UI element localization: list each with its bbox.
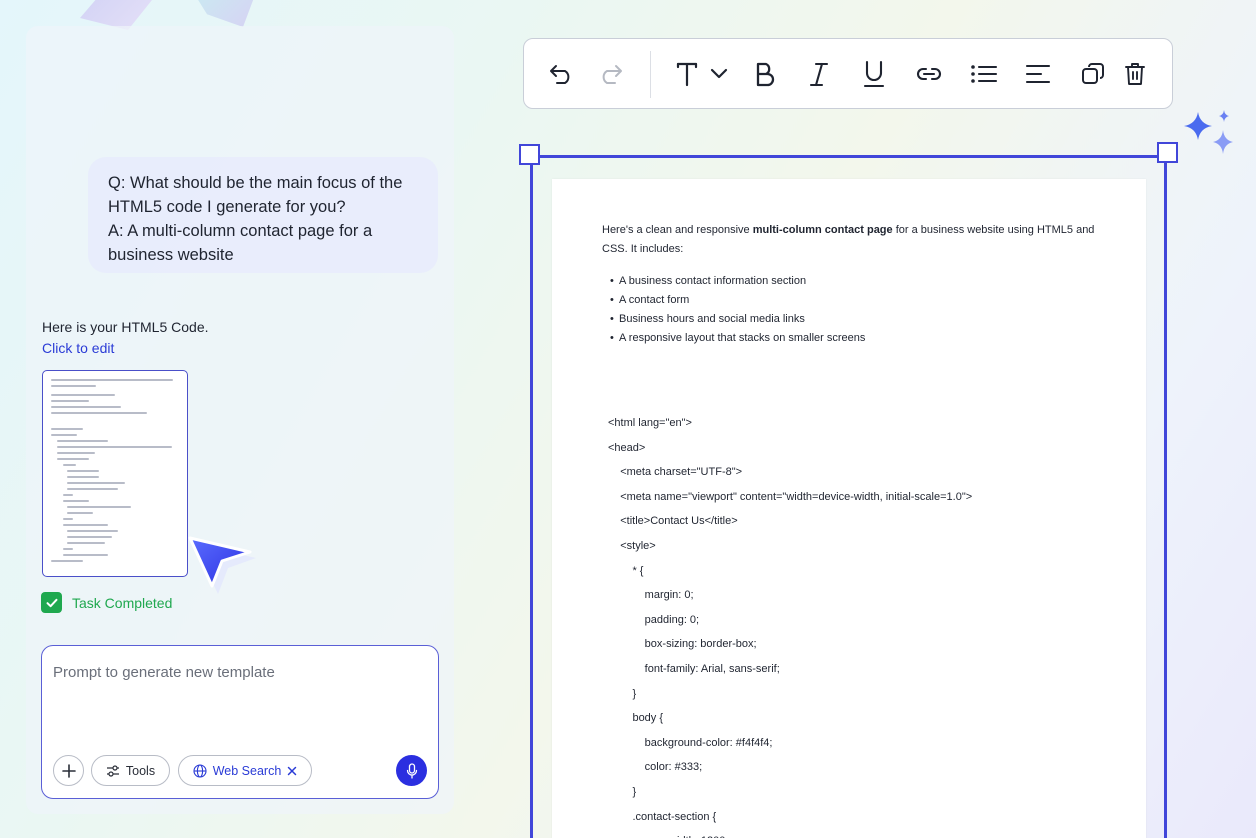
list-item: A business contact information section xyxy=(610,272,865,291)
tools-label: Tools xyxy=(125,763,156,778)
code-line: <meta charset="UTF-8"> xyxy=(608,466,743,479)
microphone-button[interactable] xyxy=(396,755,427,786)
user-question-bubble: Q: What should be the main focus of the … xyxy=(88,157,438,273)
code-line: <style> xyxy=(608,539,656,552)
cursor-arrow-icon xyxy=(188,536,256,594)
task-status-label: Task Completed xyxy=(72,594,173,611)
plus-icon xyxy=(61,763,76,778)
duplicate-icon[interactable] xyxy=(1078,59,1108,89)
delete-icon[interactable] xyxy=(1120,59,1150,89)
text-style-icon[interactable] xyxy=(670,59,734,89)
bullet-list-icon[interactable] xyxy=(969,59,999,89)
feature-list: A business contact information section A… xyxy=(610,272,865,348)
document-page[interactable]: Here's a clean and responsive multi-colu… xyxy=(552,179,1146,838)
code-line: max-width: 1200px; xyxy=(608,829,972,838)
list-item: Business hours and social media links xyxy=(610,310,865,329)
code-line: background-color: #f4f4f4; xyxy=(608,736,773,749)
sliders-icon xyxy=(106,764,119,777)
list-item: A contact form xyxy=(610,291,865,310)
prompt-composer: Tools Web Search xyxy=(41,645,439,799)
document-intro: Here's a clean and responsive multi-colu… xyxy=(602,224,1095,255)
redo-icon[interactable] xyxy=(595,59,625,89)
globe-icon xyxy=(193,763,207,778)
add-attachment-button[interactable] xyxy=(53,755,84,786)
code-line: font-family: Arial, sans-serif; xyxy=(608,662,780,675)
tools-button[interactable]: Tools xyxy=(91,755,170,786)
code-line: <html lang="en"> xyxy=(608,417,692,429)
code-line: * { xyxy=(608,564,644,577)
toolbar-divider xyxy=(650,51,651,98)
web-search-label: Web Search xyxy=(212,763,282,778)
code-line: padding: 0; xyxy=(608,613,700,626)
align-left-icon[interactable] xyxy=(1023,59,1053,89)
undo-icon[interactable] xyxy=(547,59,577,89)
web-search-chip[interactable]: Web Search xyxy=(178,755,312,786)
decorative-shape xyxy=(195,0,255,27)
italic-icon[interactable] xyxy=(804,59,834,89)
sparkle-icon xyxy=(1184,110,1233,154)
task-status: Task Completed xyxy=(41,592,172,613)
assistant-reply-text: Here is your HTML5 Code. xyxy=(42,319,209,335)
close-icon[interactable] xyxy=(287,766,297,776)
checkmark-icon xyxy=(41,592,62,613)
click-to-edit-link[interactable]: Click to edit xyxy=(42,340,114,356)
code-line: <head> xyxy=(608,441,646,454)
code-line: color: #333; xyxy=(608,761,703,774)
question-text: Q: What should be the main focus of the … xyxy=(108,174,403,216)
link-icon[interactable] xyxy=(914,59,944,89)
code-line: <meta name="viewport" content="width=dev… xyxy=(608,490,973,503)
code-block: <html lang="en"> <head> <meta charset="U… xyxy=(608,411,972,838)
code-line: box-sizing: border-box; xyxy=(608,638,757,651)
code-line: } xyxy=(608,687,637,700)
prompt-input[interactable] xyxy=(53,664,423,681)
bold-icon[interactable] xyxy=(750,59,780,89)
resize-handle-top-right[interactable] xyxy=(1157,142,1178,163)
code-line: body { xyxy=(608,712,664,725)
code-line: margin: 0; xyxy=(608,589,694,602)
resize-handle-top-left[interactable] xyxy=(519,144,540,165)
answer-text: A: A multi-column contact page for a bus… xyxy=(108,222,373,264)
editor-toolbar xyxy=(523,38,1173,109)
list-item: A responsive layout that stacks on small… xyxy=(610,329,865,348)
document-thumbnail[interactable] xyxy=(42,370,188,577)
underline-icon[interactable] xyxy=(859,59,889,89)
code-line: <title>Contact Us</title> xyxy=(608,515,738,528)
code-line: } xyxy=(608,785,637,798)
code-line: .contact-section { xyxy=(608,810,717,823)
microphone-icon xyxy=(406,762,417,779)
